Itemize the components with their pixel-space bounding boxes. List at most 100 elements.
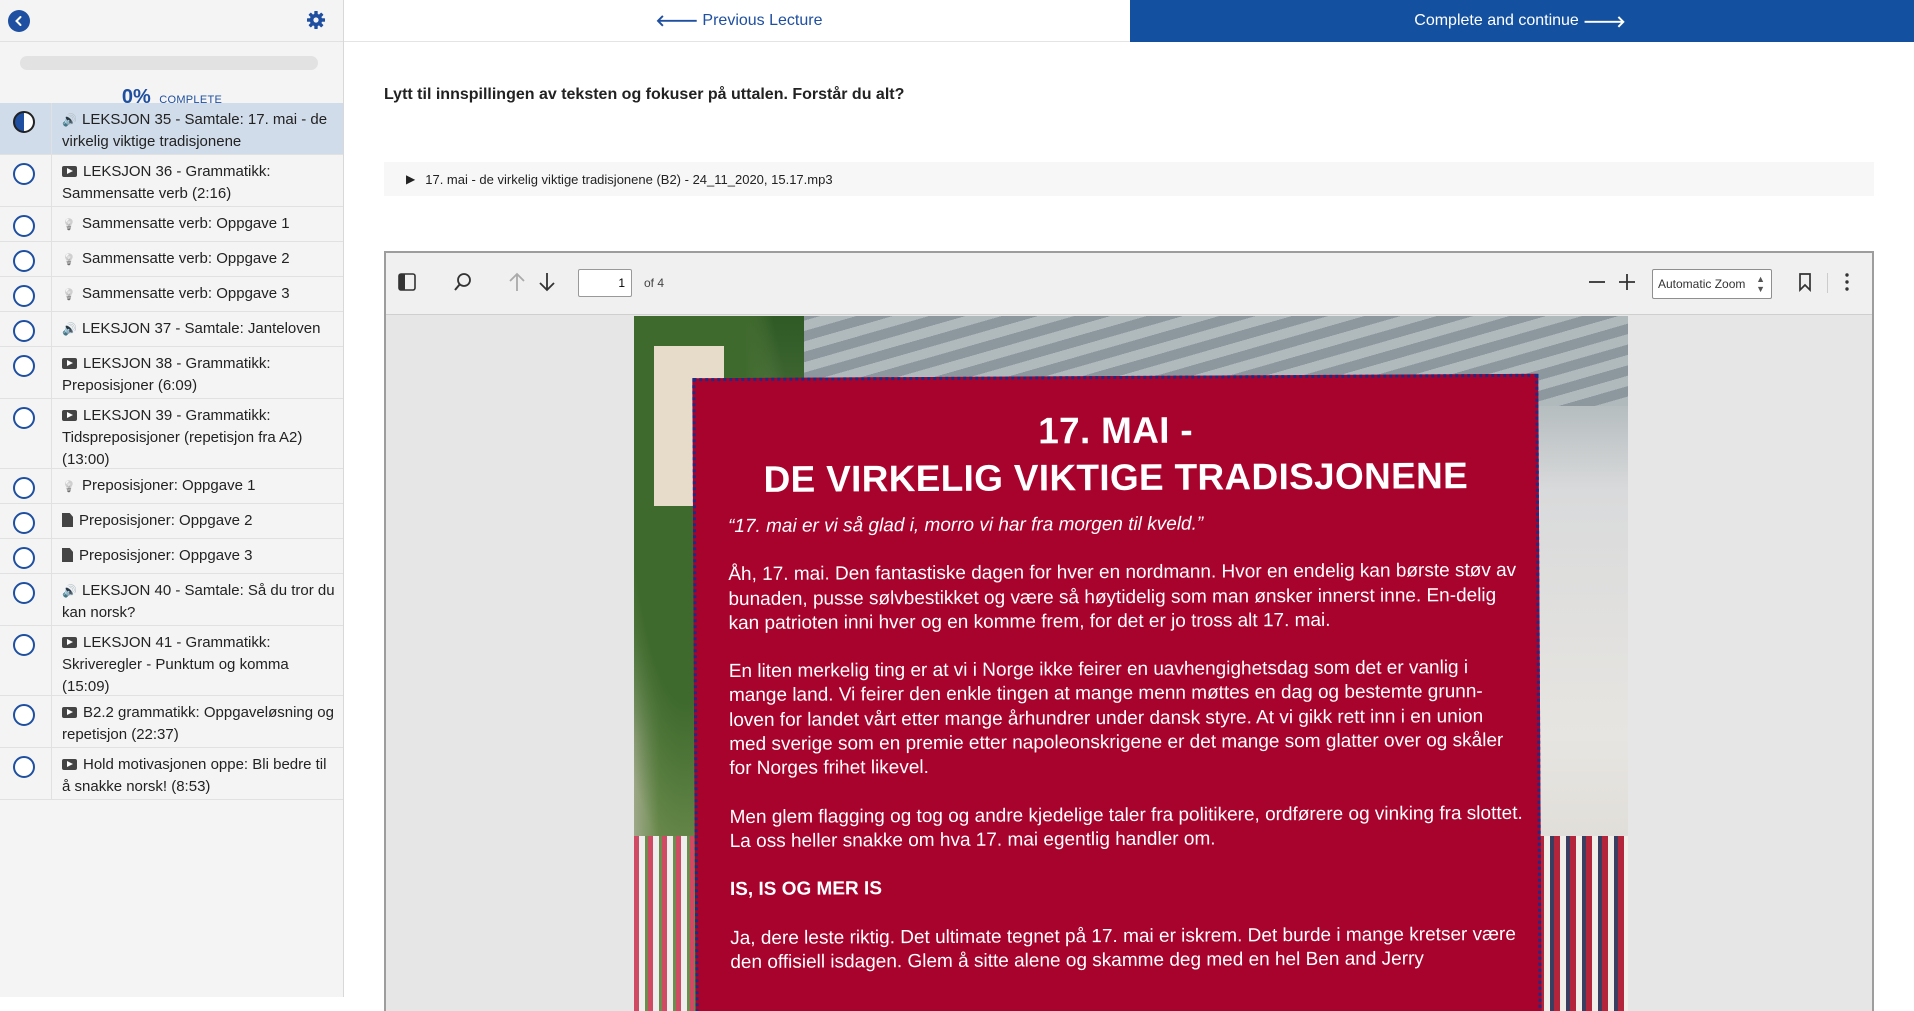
sidebar-item-label: LEKSJON 38 - Grammatikk: Preposisjoner (… [62, 355, 271, 394]
sidebar-item-label: Sammensatte verb: Oppgave 3 [82, 285, 290, 302]
sidebar-item-label: Preposisjoner: Oppgave 2 [79, 512, 253, 529]
sidebar-lecture-item[interactable]: 💡 Sammensatte verb: Oppgave 2 [0, 242, 343, 277]
more-options-button[interactable] [1836, 271, 1860, 295]
speaker-icon: 🔊 [62, 322, 77, 336]
video-icon [62, 637, 77, 648]
sidebar-lecture-item[interactable]: Preposisjoner: Oppgave 2 [0, 504, 343, 539]
sidebar-item-label: LEKSJON 36 - Grammatikk: Sammensatte ver… [62, 163, 271, 202]
sidebar-item-title: Hold motivasjonen oppe: Bli bedre til å … [62, 754, 335, 798]
video-icon [62, 166, 77, 177]
article-body: “17. mai er vi så glad i, morro vi har f… [728, 511, 1525, 999]
article-title: 17. MAI - DE VIRKELIG VIKTIGE TRADISJONE… [695, 405, 1535, 503]
sidebar-item-label: LEKSJON 39 - Grammatikk: Tidspreposisjon… [62, 407, 303, 468]
more-vertical-icon [1845, 273, 1849, 291]
incomplete-circle-icon [13, 355, 35, 377]
sidebar-toggle-button[interactable] [396, 271, 420, 295]
sidebar-lecture-item[interactable]: 🔊 LEKSJON 37 - Samtale: Janteloven [0, 312, 343, 347]
pdf-viewer: of 4 Automatic Zoom ▲▼ 17. MAI - DE VIRK… [384, 251, 1874, 1011]
settings-button[interactable] [306, 10, 328, 32]
sidebar-lecture-item[interactable]: LEKSJON 36 - Grammatikk: Sammensatte ver… [0, 155, 343, 207]
lightbulb-icon: 💡 [62, 254, 76, 266]
video-icon [62, 759, 77, 770]
sidebar-lecture-item[interactable]: Hold motivasjonen oppe: Bli bedre til å … [0, 748, 343, 800]
complete-and-continue-label: Complete and continue [1414, 12, 1579, 29]
play-icon[interactable]: ▶ [406, 172, 415, 186]
sidebar-lecture-item[interactable]: 🔊 LEKSJON 35 - Samtale: 17. mai - de virk… [0, 103, 343, 155]
sidebar-item-label: LEKSJON 37 - Samtale: Janteloven [82, 320, 321, 337]
page-number-input[interactable] [578, 269, 632, 297]
article-paragraph: Ja, dere leste riktig. Det ultimate tegn… [730, 923, 1516, 973]
sidebar-item-label: Sammensatte verb: Oppgave 1 [82, 215, 290, 232]
previous-page-button[interactable] [506, 271, 530, 295]
pdf-toolbar: of 4 Automatic Zoom ▲▼ [386, 253, 1872, 315]
bookmark-button[interactable] [1794, 271, 1818, 295]
gear-icon [307, 11, 325, 29]
sidebar-lecture-item[interactable]: 💡 Preposisjoner: Oppgave 1 [0, 469, 343, 504]
next-page-button[interactable] [536, 271, 560, 295]
photo-crowd-right [1538, 836, 1628, 1011]
sidebar-divider [51, 574, 52, 625]
sidebar-item-label: Sammensatte verb: Oppgave 2 [82, 250, 290, 267]
photo-crowd-left [634, 836, 694, 1011]
search-icon [454, 273, 471, 291]
speaker-icon: 🔊 [62, 584, 77, 598]
sidebar-item-title: LEKSJON 41 - Grammatikk: Skriveregler - … [62, 632, 335, 698]
incomplete-circle-icon [13, 634, 35, 656]
zoom-in-button[interactable] [1616, 271, 1640, 295]
audio-attachment[interactable]: ▶ 17. mai - de virkelig viktige tradisjo… [384, 162, 1874, 196]
article-quote: “17. mai er vi så glad i, morro vi har f… [728, 513, 1204, 538]
article-title-line1: 17. MAI - [1038, 409, 1194, 452]
sidebar-divider [51, 347, 52, 398]
sidebar-item-title: 💡 Sammensatte verb: Oppgave 1 [62, 213, 335, 236]
document-icon [62, 548, 73, 562]
lecture-instruction: Lytt til innspillingen av teksten og fok… [384, 86, 905, 103]
sidebar-lecture-item[interactable]: 🔊 LEKSJON 40 - Samtale: Så du tror du kan… [0, 574, 343, 626]
incomplete-circle-icon [13, 215, 35, 237]
article-title-line2: DE VIRKELIG VIKTIGE TRADISJONENE [763, 455, 1469, 500]
sidebar-divider [51, 626, 52, 695]
arrow-right-icon: 🡒 [1582, 13, 1626, 31]
incomplete-circle-icon [13, 547, 35, 569]
sidebar-lecture-item[interactable]: LEKSJON 41 - Grammatikk: Skriveregler - … [0, 626, 343, 696]
lightbulb-icon: 💡 [62, 289, 76, 301]
sidebar-divider [51, 696, 52, 747]
video-icon [62, 358, 77, 369]
incomplete-circle-icon [13, 477, 35, 499]
sidebar-item-title: 🔊 LEKSJON 35 - Samtale: 17. mai - de virk… [62, 109, 335, 153]
half-complete-icon [13, 111, 35, 133]
sidebar-lecture-item[interactable]: B2.2 grammatikk: Oppgaveløsning og repet… [0, 696, 343, 748]
incomplete-circle-icon [13, 163, 35, 185]
minus-icon [1589, 281, 1605, 283]
article-paragraph: Men glem flagging og tog og andre kjedel… [729, 802, 1523, 852]
sidebar-divider [51, 312, 52, 346]
sidebar-header [0, 0, 343, 42]
lightbulb-icon: 💡 [62, 481, 76, 493]
article-paragraph: En liten merkelig ting er at vi i Norge … [728, 657, 1504, 780]
sidebar-divider [51, 207, 52, 241]
page-count: of 4 [644, 276, 665, 290]
incomplete-circle-icon [13, 582, 35, 604]
sidebar-item-label: LEKSJON 40 - Samtale: Så du tror du kan … [62, 582, 335, 621]
sidebar-lecture-item[interactable]: LEKSJON 39 - Grammatikk: Tidspreposisjon… [0, 399, 343, 469]
sidebar-lecture-item[interactable]: 💡 Sammensatte verb: Oppgave 1 [0, 207, 343, 242]
find-button[interactable] [452, 271, 476, 295]
incomplete-circle-icon [13, 704, 35, 726]
previous-lecture-button[interactable]: 🡐 Previous Lecture [344, 0, 1130, 42]
sidebar-lecture-item[interactable]: Preposisjoner: Oppgave 3 [0, 539, 343, 574]
sidebar-lecture-item[interactable]: LEKSJON 38 - Grammatikk: Preposisjoner (… [0, 347, 343, 399]
sidebar-divider [51, 103, 52, 154]
zoom-select[interactable]: Automatic Zoom ▲ ▼ [1652, 269, 1772, 299]
sidebar-item-label: Hold motivasjonen oppe: Bli bedre til å … [62, 756, 327, 795]
sidebar-divider [51, 748, 52, 799]
sidebar-item-label: Preposisjoner: Oppgave 3 [79, 547, 253, 564]
lightbulb-icon: 💡 [62, 219, 76, 231]
article-card: 17. MAI - DE VIRKELIG VIKTIGE TRADISJONE… [692, 373, 1542, 1011]
complete-and-continue-button[interactable]: Complete and continue 🡒 [1130, 0, 1914, 42]
audio-filename: 17. mai - de virkelig viktige tradisjone… [425, 171, 833, 187]
back-button[interactable] [8, 10, 30, 32]
sidebar-lecture-item[interactable]: 💡 Sammensatte verb: Oppgave 3 [0, 277, 343, 312]
sidebar-divider [51, 277, 52, 311]
document-icon [62, 513, 73, 527]
zoom-out-button[interactable] [1586, 271, 1610, 295]
sidebar-divider [51, 242, 52, 276]
